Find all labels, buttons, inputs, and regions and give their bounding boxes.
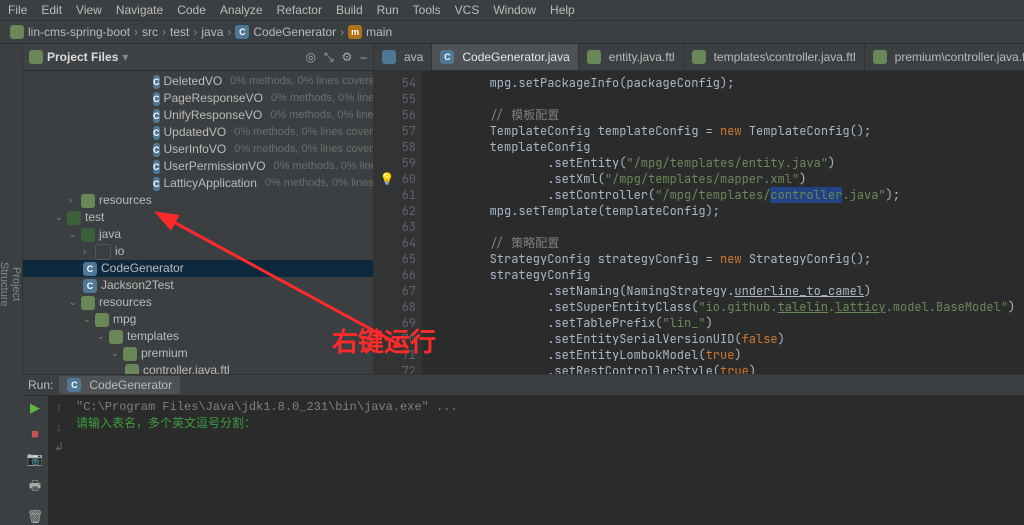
tree-row[interactable]: CDeletedVO0% methods, 0% lines covered [23, 73, 373, 90]
dropdown-icon[interactable]: ▾ [122, 50, 128, 64]
crumb-project[interactable]: lin-cms-spring-boot [28, 25, 130, 39]
console-nav: ↑ ↓ ↲ [48, 396, 70, 525]
run-tab-label: CodeGenerator [89, 378, 172, 392]
sidebar-header: Project Files ▾ ◎ ⤡ ⚙ – [23, 44, 373, 71]
tab-ava[interactable]: ava [374, 44, 432, 70]
console-cmd: "C:\Program Files\Java\jdk1.8.0_231\bin\… [76, 400, 1018, 414]
method-icon: m [348, 25, 362, 39]
collapse-icon[interactable]: – [360, 50, 367, 65]
tree-row[interactable]: CUnifyResponseVO0% methods, 0% lines cov… [23, 107, 373, 124]
tree-row[interactable]: ⌄premium [23, 345, 373, 362]
crumb-method[interactable]: main [366, 25, 392, 39]
tree-row[interactable]: CJackson2Test [23, 277, 373, 294]
gear-icon[interactable]: ⚙ [342, 50, 353, 65]
tool-window-bar[interactable]: Project Structure Favorites [0, 44, 23, 525]
menu-vcs[interactable]: VCS [455, 3, 480, 17]
tab-CodeGenerator.java[interactable]: CCodeGenerator.java [432, 44, 578, 70]
tree-row[interactable]: ⌄templates [23, 328, 373, 345]
menu-analyze[interactable]: Analyze [220, 3, 263, 17]
tree-row[interactable]: CPageResponseVO0% methods, 0% lines cove… [23, 90, 373, 107]
tab-premium\controller.java.ftl[interactable]: premium\controller.java.ftl [865, 44, 1024, 70]
up-icon[interactable]: ↑ [56, 400, 62, 414]
crumb-test[interactable]: test [170, 25, 189, 39]
run-tab[interactable]: C CodeGenerator [59, 376, 180, 394]
crumb-java[interactable]: java [201, 25, 223, 39]
run-label: Run: [28, 378, 53, 392]
menu-navigate[interactable]: Navigate [116, 3, 163, 17]
tree-row[interactable]: CCodeGenerator [23, 260, 373, 277]
menu-refactor[interactable]: Refactor [277, 3, 322, 17]
tree-row[interactable]: ⌄java [23, 226, 373, 243]
tree-row[interactable]: CUserPermissionVO0% methods, 0% lines co… [23, 158, 373, 175]
class-icon: C [67, 378, 81, 392]
stop-icon[interactable]: ■ [31, 426, 39, 441]
tab-templates\controller.java.ftl[interactable]: templates\controller.java.ftl [684, 44, 865, 70]
menu-help[interactable]: Help [550, 3, 575, 17]
chevron-icon: › [134, 25, 138, 39]
crumb-class[interactable]: CodeGenerator [253, 25, 336, 39]
menu-window[interactable]: Window [493, 3, 536, 17]
menubar: File Edit View Navigate Code Analyze Refactor B… [0, 0, 1024, 21]
chevron-icon: › [227, 25, 231, 39]
toolwindow-project[interactable]: Project [10, 72, 22, 497]
run-tool-window: Run: C CodeGenerator ▶ ■ 📷 🖶 🗑 ↑ ↓ ↲ "C:… [22, 374, 1024, 525]
menu-build[interactable]: Build [336, 3, 363, 17]
run-toolbar: ▶ ■ 📷 🖶 🗑 [22, 396, 48, 525]
console[interactable]: "C:\Program Files\Java\jdk1.8.0_231\bin\… [70, 396, 1024, 525]
trash-icon[interactable]: 🗑 [27, 509, 44, 525]
tree-row[interactable]: ⌄resources [23, 294, 373, 311]
chevron-icon: › [340, 25, 344, 39]
menu-code[interactable]: Code [177, 3, 206, 17]
chevron-icon: › [193, 25, 197, 39]
target-icon[interactable]: ◎ [305, 50, 315, 65]
down-icon[interactable]: ↓ [56, 420, 62, 434]
tree-row[interactable]: CLatticyApplication0% methods, 0% lines … [23, 175, 373, 192]
project-icon [10, 25, 24, 39]
crumb-src[interactable]: src [142, 25, 158, 39]
print-icon[interactable]: 🖶 [29, 477, 41, 499]
editor-tabs[interactable]: avaCCodeGenerator.javaentity.java.ftltem… [374, 44, 1024, 71]
folder-icon [29, 50, 43, 64]
tree-row[interactable]: ›resources [23, 192, 373, 209]
menu-tools[interactable]: Tools [413, 3, 441, 17]
tree-row[interactable]: CUserInfoVO0% methods, 0% lines covered [23, 141, 373, 158]
class-icon: C [235, 25, 249, 39]
wrap-icon[interactable]: ↲ [54, 440, 64, 454]
chevron-icon: › [162, 25, 166, 39]
tab-entity.java.ftl[interactable]: entity.java.ftl [579, 44, 684, 70]
tree-row[interactable]: ⌄mpg [23, 311, 373, 328]
breadcrumb[interactable]: lin-cms-spring-boot › src › test › java … [0, 21, 1024, 44]
tree-row[interactable]: ⌄test [23, 209, 373, 226]
console-prompt: 请输入表名，多个英文逗号分割： [76, 414, 1018, 431]
dump-icon[interactable]: 📷 [27, 451, 43, 467]
rerun-icon[interactable]: ▶ [30, 400, 40, 416]
sidebar-title[interactable]: Project Files [47, 50, 118, 64]
tree-row[interactable]: ›io [23, 243, 373, 260]
menu-view[interactable]: View [76, 3, 102, 17]
tree-row[interactable]: CUpdatedVO0% methods, 0% lines covered [23, 124, 373, 141]
menu-edit[interactable]: Edit [41, 3, 62, 17]
menu-file[interactable]: File [8, 3, 27, 17]
expand-icon[interactable]: ⤡ [324, 50, 334, 65]
toolwindow-structure[interactable]: Structure [0, 72, 10, 497]
menu-run[interactable]: Run [377, 3, 399, 17]
run-header: Run: C CodeGenerator [22, 375, 1024, 396]
